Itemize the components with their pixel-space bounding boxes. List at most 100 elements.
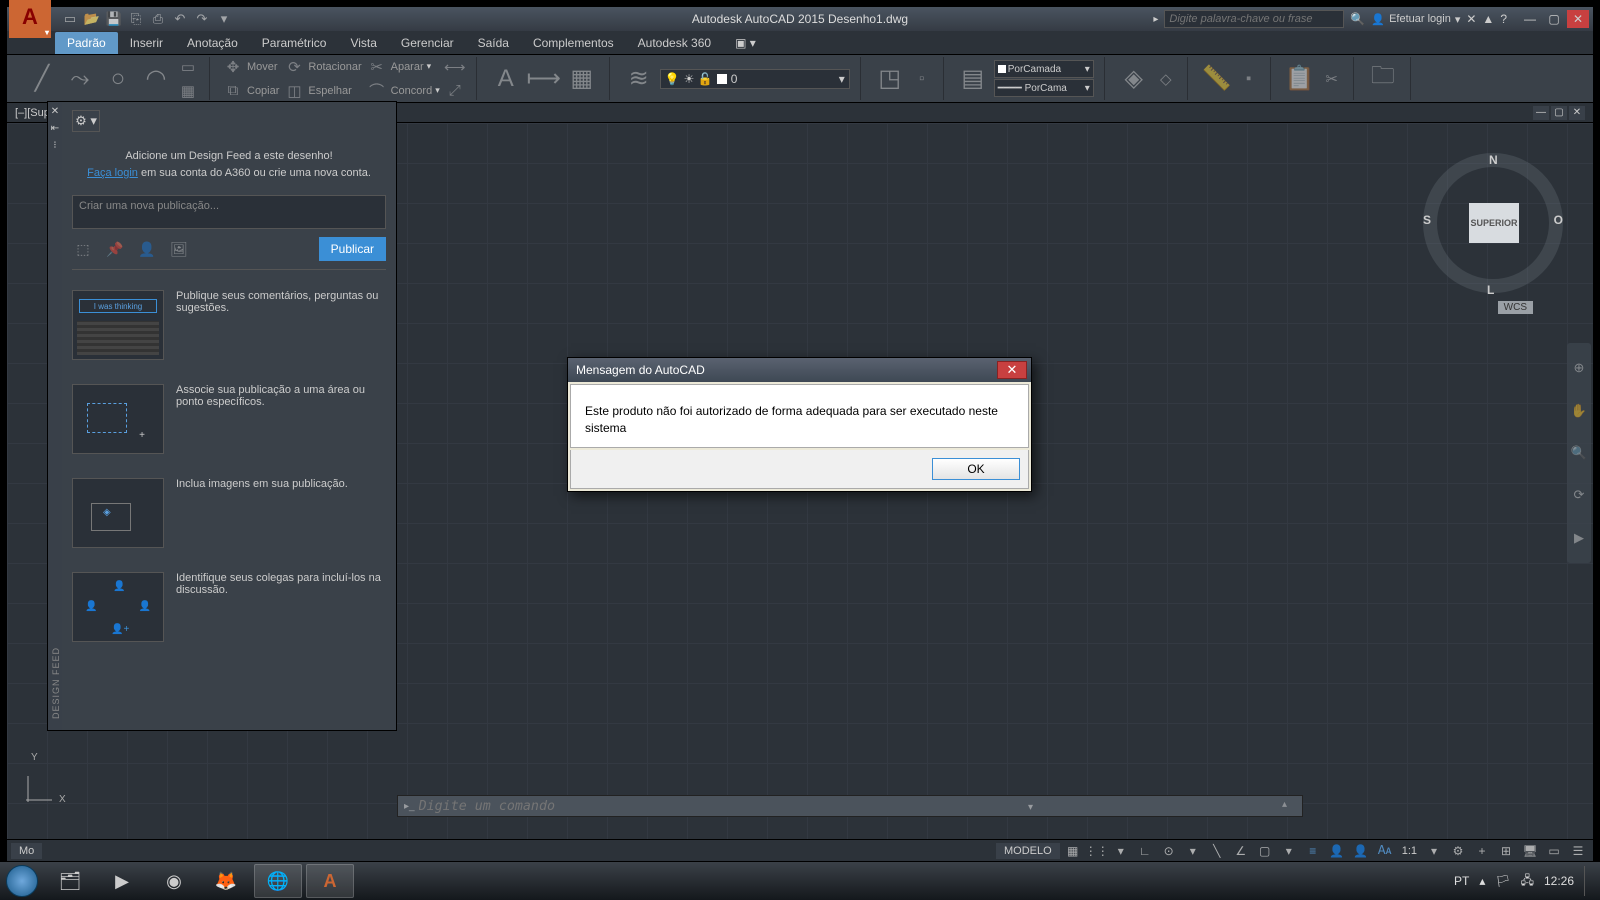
tab-apps[interactable]: ▣ ▾ <box>723 32 768 54</box>
circle-icon[interactable]: ○ <box>101 62 135 96</box>
line-icon[interactable]: ╱ <box>25 62 59 96</box>
annoscale-icon[interactable]: 🗛 <box>1374 842 1396 860</box>
viewcube-face[interactable]: SUPERIOR <box>1469 203 1519 243</box>
cmd-dropdown-icon[interactable]: ▾ <box>1028 802 1033 813</box>
osnap-dd-icon[interactable]: ▾ <box>1278 842 1300 860</box>
taskbar-media-icon[interactable]: ▶ <box>98 864 146 898</box>
keyword-search-input[interactable] <box>1164 10 1344 28</box>
clip-icon[interactable]: ✂ <box>1321 68 1343 90</box>
move-icon[interactable]: ✥ <box>222 56 244 78</box>
layer-props-icon[interactable]: ≋ <box>622 62 656 96</box>
lwt-icon[interactable]: ≡ <box>1302 842 1324 860</box>
clean-icon[interactable]: ▭ <box>1543 842 1565 860</box>
taskbar-chrome-icon[interactable]: 🌐 <box>254 864 302 898</box>
palette-autohide-icon[interactable]: ⇤ <box>51 123 59 134</box>
minimize-icon[interactable]: — <box>1519 10 1541 28</box>
plus-icon[interactable]: + <box>1471 842 1493 860</box>
attach-image-icon[interactable]: 🖼 <box>168 238 190 260</box>
sign-in-button[interactable]: 👤Efetuar login ▾ <box>1371 13 1460 26</box>
osnap-icon[interactable]: ▢ <box>1254 842 1276 860</box>
maximize-icon[interactable]: ▢ <box>1543 10 1565 28</box>
rect-icon[interactable]: ▭ <box>177 56 199 78</box>
grid-icon[interactable]: ▦ <box>1062 842 1084 860</box>
cmd-history-icon[interactable]: ▴ <box>1282 799 1296 813</box>
person1-icon[interactable]: 👤 <box>1326 842 1348 860</box>
tray-action-icon[interactable]: 🏳 <box>1495 874 1510 888</box>
zoom-icon[interactable]: 🔍 <box>1571 445 1587 461</box>
tab-gerenciar[interactable]: Gerenciar <box>389 32 466 54</box>
hatch-icon[interactable]: ▦ <box>177 80 199 102</box>
tab-autodesk360[interactable]: Autodesk 360 <box>626 32 723 54</box>
util-icon[interactable]: ▪ <box>1238 68 1260 90</box>
polar-dd-icon[interactable]: ▾ <box>1182 842 1204 860</box>
viewcube[interactable]: SUPERIOR N S O L <box>1423 153 1563 293</box>
saveas-icon[interactable]: ⎘ <box>127 10 145 28</box>
text-icon[interactable]: A <box>489 62 523 96</box>
help-icon[interactable]: ? <box>1500 12 1507 26</box>
palette-opts-icon[interactable]: ⁝ <box>53 140 56 151</box>
polar-icon[interactable]: ⊙ <box>1158 842 1180 860</box>
tab-vista[interactable]: Vista <box>338 32 388 54</box>
qat-more-icon[interactable]: ▾ <box>215 10 233 28</box>
snap-icon[interactable]: ⋮⋮ <box>1086 842 1108 860</box>
tag-person-icon[interactable]: 👤 <box>136 238 158 260</box>
taskbar-firefox-icon[interactable]: 🦊 <box>202 864 250 898</box>
paste-icon[interactable]: 📋 <box>1283 62 1317 96</box>
copy-icon[interactable]: ⧉ <box>222 80 244 102</box>
pan-icon[interactable]: ✋ <box>1571 403 1587 419</box>
tray-lang[interactable]: PT <box>1454 874 1469 888</box>
showmotion-icon[interactable]: ▶ <box>1574 530 1584 546</box>
save-icon[interactable]: 💾 <box>105 10 123 28</box>
pin-icon[interactable]: 📌 <box>104 238 126 260</box>
login-link[interactable]: Faça login <box>87 167 138 179</box>
block-create-icon[interactable]: ▫ <box>911 68 933 90</box>
gear-icon[interactable]: ⚙ <box>1447 842 1469 860</box>
workspace-icon[interactable]: ⊞ <box>1495 842 1517 860</box>
show-desktop-button[interactable] <box>1584 866 1592 896</box>
command-line[interactable]: ▸_ ▴ <box>397 795 1303 817</box>
group-icon[interactable]: ◈ <box>1117 62 1151 96</box>
a360-icon[interactable]: ▲ <box>1482 12 1494 26</box>
doc-minimize-icon[interactable]: — <box>1533 106 1549 120</box>
snap-dd-icon[interactable]: ▾ <box>1110 842 1132 860</box>
doc-close-icon[interactable]: ✕ <box>1569 106 1585 120</box>
tab-complementos[interactable]: Complementos <box>521 32 626 54</box>
view-base-icon[interactable]: 🗀 <box>1366 62 1400 96</box>
fullnav-icon[interactable]: ⊕ <box>1574 360 1585 376</box>
layer-dropdown[interactable]: 💡☀ 🔓 0 ▾ <box>660 69 850 89</box>
tab-anotacao[interactable]: Anotação <box>175 32 250 54</box>
fillet-icon[interactable]: ⌒ <box>366 80 388 102</box>
navigation-bar[interactable]: ⊕ ✋ 🔍 ⟳ ▶ <box>1567 343 1591 563</box>
scale-ratio[interactable]: 1:1 <box>1398 845 1421 857</box>
mirror-icon[interactable]: ◫ <box>283 80 305 102</box>
rotate-icon[interactable]: ⟳ <box>283 56 305 78</box>
start-button[interactable] <box>0 862 44 900</box>
model-tab[interactable]: Mo <box>11 843 42 859</box>
scale-dd-icon[interactable]: ▾ <box>1423 842 1445 860</box>
tab-inserir[interactable]: Inserir <box>118 32 175 54</box>
measure-icon[interactable]: 📏 <box>1200 62 1234 96</box>
taskbar-steam-icon[interactable]: ◉ <box>150 864 198 898</box>
open-icon[interactable]: 📂 <box>83 10 101 28</box>
polyline-icon[interactable]: ⤳ <box>63 62 97 96</box>
trim-icon[interactable]: ✂ <box>366 56 388 78</box>
dialog-close-icon[interactable]: ✕ <box>997 361 1027 379</box>
properties-icon[interactable]: ▤ <box>956 62 990 96</box>
tab-saida[interactable]: Saída <box>466 32 521 54</box>
doc-maximize-icon[interactable]: ▢ <box>1551 106 1567 120</box>
customize-icon[interactable]: ☰ <box>1567 842 1589 860</box>
table-icon[interactable]: ▦ <box>565 62 599 96</box>
taskbar-explorer-icon[interactable]: 🗂 <box>46 864 94 898</box>
tab-parametrico[interactable]: Paramétrico <box>250 32 339 54</box>
taskbar-autocad-icon[interactable]: A <box>306 864 354 898</box>
scale-icon[interactable]: ⤢ <box>444 80 466 102</box>
ungroup-icon[interactable]: ◇ <box>1155 68 1177 90</box>
select-area-icon[interactable]: ⬚ <box>72 238 94 260</box>
palette-close-icon[interactable]: ✕ <box>51 106 59 117</box>
undo-icon[interactable]: ↶ <box>171 10 189 28</box>
tray-clock[interactable]: 12:26 <box>1544 874 1574 888</box>
redo-icon[interactable]: ↷ <box>193 10 211 28</box>
palette-tab-label[interactable]: DESIGN FEED <box>51 647 61 719</box>
command-input[interactable] <box>419 799 1282 814</box>
new-post-input[interactable]: Criar uma nova publicação... <box>72 195 386 229</box>
